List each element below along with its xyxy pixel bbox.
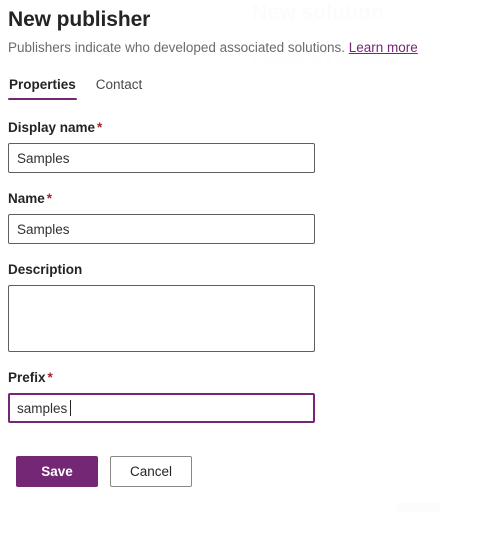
prefix-input[interactable] — [8, 393, 315, 423]
display-name-label-text: Display name — [8, 120, 96, 135]
dialog-subtitle: Publishers indicate who developed associ… — [8, 38, 492, 57]
text-caret — [70, 400, 71, 416]
field-description: Description — [8, 261, 492, 352]
prefix-label-text: Prefix — [8, 370, 46, 385]
name-input[interactable] — [8, 214, 315, 244]
cancel-button[interactable]: Cancel — [110, 455, 192, 487]
tab-list: Properties Contact — [0, 74, 500, 100]
save-button[interactable]: Save — [16, 455, 98, 487]
ghost-chip — [396, 503, 440, 512]
display-name-label: Display name * — [8, 119, 492, 137]
prefix-input-wrap — [8, 393, 315, 423]
dialog-subtitle-text: Publishers indicate who developed associ… — [8, 40, 345, 55]
prefix-required-marker: * — [47, 370, 53, 385]
dialog-header: New publisher Publishers indicate who de… — [0, 0, 500, 57]
field-display-name: Display name * — [8, 119, 492, 173]
field-prefix: Prefix * — [8, 369, 492, 423]
name-label: Name * — [8, 190, 492, 208]
prefix-label: Prefix * — [8, 369, 492, 387]
tab-properties[interactable]: Properties — [8, 75, 77, 100]
publisher-form: Display name* Name* Description Prefix* — [0, 119, 500, 497]
page-title: New publisher — [8, 8, 151, 31]
description-label-text: Description — [8, 262, 83, 277]
description-textarea[interactable] — [8, 285, 315, 352]
field-name: Name * — [8, 190, 492, 244]
tab-contact[interactable]: Contact — [95, 75, 144, 100]
name-required-marker: * — [46, 191, 53, 206]
description-label: Description — [8, 261, 492, 279]
new-publisher-dialog: New publisher Publishers indicate who de… — [0, 0, 500, 497]
learn-more-link[interactable]: Learn more — [349, 40, 418, 55]
dialog-footer: Save Cancel — [0, 445, 500, 497]
display-name-required-marker: * — [97, 120, 103, 135]
name-label-text: Name — [8, 191, 45, 206]
display-name-input[interactable] — [8, 143, 315, 173]
